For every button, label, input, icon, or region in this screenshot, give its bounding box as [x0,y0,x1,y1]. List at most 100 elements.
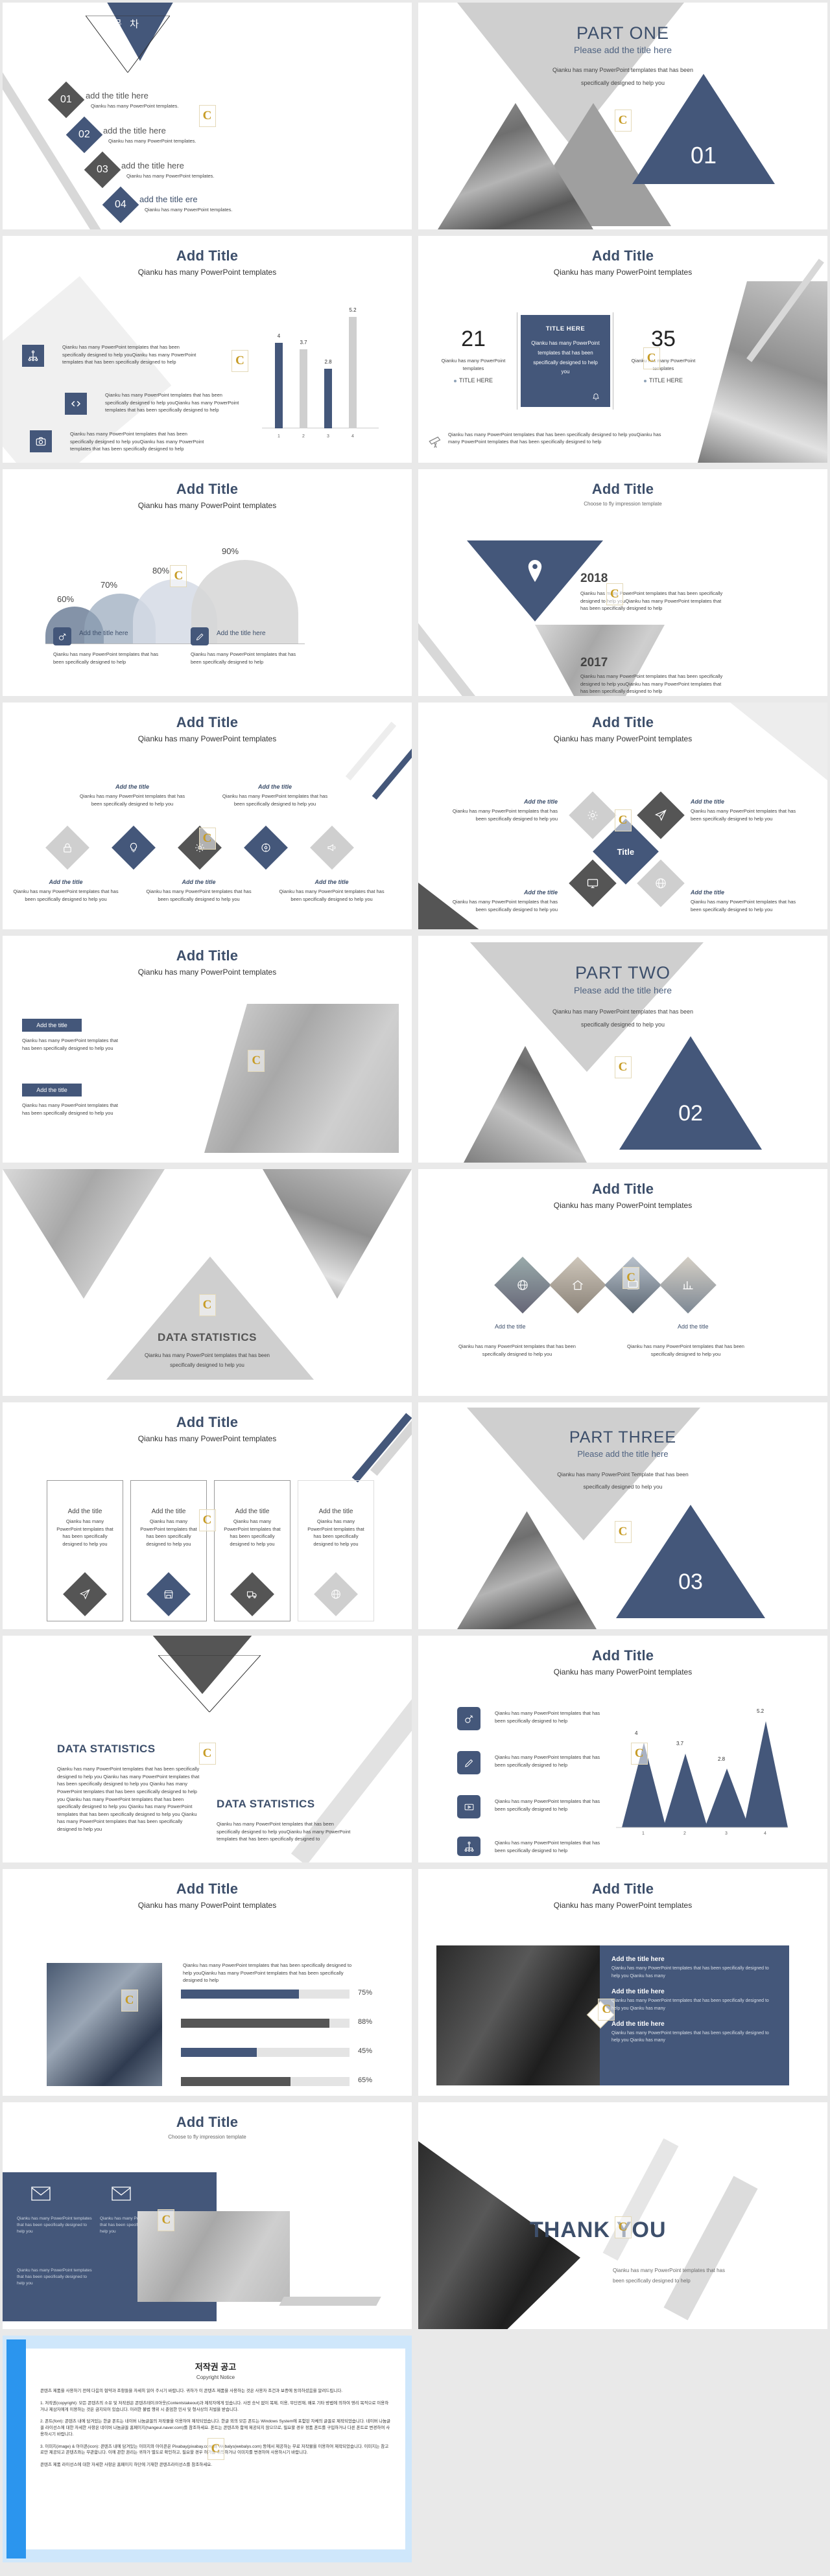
part-three-title: PART THREE [569,1428,677,1446]
part-two-subtitle: Please add the title here [574,985,672,995]
copyright-section-1: 1. 저작권(copyright): 모든 콘텐츠의 소유 및 저작권은 콘텐츠… [40,2400,389,2412]
toc-desc-04: Qianku has many PowerPoint templates. [145,207,233,213]
slide-hbar-percent[interactable]: Add Title Qianku has many PowerPoint tem… [3,1869,412,2096]
watermark-logo: C [598,1999,615,2021]
slide-thank-you[interactable]: THANK YOU Qianku has many PowerPoint tem… [418,2102,827,2329]
globe-icon[interactable] [637,859,685,907]
megaphone-icon[interactable] [310,826,354,870]
slide-four-columns[interactable]: Add Title Qianku has many PowerPoint tem… [3,1402,412,1629]
toc-num-01-label: 01 [60,93,72,105]
slide-triangle-chart[interactable]: Add Title Qianku has many PowerPoint tem… [418,1636,827,1862]
slide-data-statistics-double[interactable]: DATA STATISTICS Qianku has many PowerPoi… [3,1636,412,1862]
lock-icon[interactable] [45,826,89,870]
mail-icon[interactable] [31,2187,51,2201]
cd-q1-body: Qianku has many PowerPoint templates tha… [452,808,558,822]
slide-stats[interactable]: Add Title Qianku has many PowerPoint tem… [418,236,827,463]
copyright-subtitle: Copyright Notice [196,2374,235,2380]
toc-title-01: add the title here [86,91,148,100]
ds-right-title: DATA STATISTICS [217,1798,315,1810]
watermark-logo: C [622,1267,640,1289]
part-one-number: 01 [690,142,717,168]
bar-2-value: 3.7 [300,340,307,345]
stat-left-desc: Qianku has many PowerPoint templates [441,358,506,371]
fd-bot-1-body: Qianku has many PowerPoint templates tha… [13,888,119,902]
col-4-label: Add the title [318,1508,353,1515]
slide-five-diamonds[interactable]: Add Title Qianku has many PowerPoint tem… [3,702,412,929]
watermark-logo: C [614,110,632,132]
fd-bot-1-label: Add the title [49,879,83,885]
page-subtitle: Qianku has many PowerPoint templates [553,1667,693,1677]
page-subtitle: Qianku has many PowerPoint templates [553,734,693,743]
bulb-icon[interactable] [112,826,156,870]
bridge-panel: Add the title here Qianku has many Power… [600,1945,789,2085]
part-three-number: 03 [678,1570,703,1594]
watermark-logo: C [198,1743,216,1765]
tc-row-1-text: Qianku has many PowerPoint templates tha… [495,1710,600,1724]
slide-bridge-list[interactable]: Add Title Qianku has many PowerPoint tem… [418,1869,827,2096]
stat-right-label: TITLE HERE [648,377,683,384]
slide-tablet-boxes[interactable]: Add Title Qianku has many PowerPoint tem… [3,936,412,1163]
slide-timeline[interactable]: Add Title Choose to fly impression templ… [418,469,827,696]
slide-photo-diamonds[interactable]: Add Title Qianku has many PowerPoint tem… [418,1169,827,1396]
toc-num-03[interactable]: 03 [84,151,121,189]
slide-data-statistics-devices[interactable]: DATA STATISTICS Qianku has many PowerPoi… [3,1169,412,1396]
slide-center-diamonds[interactable]: Add Title Qianku has many PowerPoint tem… [418,702,827,929]
toc-num-01[interactable]: 01 [47,81,85,119]
watermark-logo: C [198,828,216,850]
slide-contact[interactable]: Add Title Choose to fly impression templ… [3,2102,412,2329]
watermark-logo: C [248,1049,265,1072]
slide-bar-chart[interactable]: Add Title Qianku has many PowerPoint tem… [3,236,412,463]
thankyou-body: Qianku has many PowerPoint templates tha… [613,2268,725,2284]
toc-num-02[interactable]: 02 [65,116,103,154]
decor-stripe-navy [372,741,412,800]
tablet-photo [204,1004,399,1153]
gear-icon[interactable] [569,791,617,839]
hbar-fill-2 [181,2019,329,2028]
bl-item-2-label: Add the title here [611,1988,665,1995]
part-three-navy-triangle [616,1505,765,1618]
tri-1-value: 4 [635,1730,638,1736]
stat-right: 35 Qianku has many PowerPoint templates … [624,327,702,384]
hbar-label-3: 45% [358,2047,373,2055]
bl-item-1-body: Qianku has many PowerPoint templates tha… [611,1966,769,1978]
part-one-body: Qianku has many PowerPoint templates tha… [552,67,694,86]
globe-icon[interactable] [494,1257,551,1314]
tri-2-value: 3.7 [676,1741,684,1746]
bar-1-value: 4 [277,333,281,339]
toc-num-04[interactable]: 04 [102,186,139,224]
hbar-fill-1 [181,1990,299,1999]
page-subtitle: Choose to fly impression template [168,2134,246,2140]
copyright-title: 저작권 공고 [195,2362,237,2372]
slide-part-two[interactable]: 02 PART TWO Please add the title here Qi… [418,936,827,1163]
cd-q2-body: Qianku has many PowerPoint templates tha… [691,808,796,822]
watermark-logo: C [630,1743,648,1765]
part-three-subtitle: Please add the title here [577,1449,669,1459]
page-title: Add Title [176,1881,239,1897]
paper-plane-icon[interactable] [637,791,685,839]
chart-icon[interactable] [659,1257,717,1314]
dome-3-label: 80% [152,566,170,575]
tb-box-1-label-chip[interactable]: Add the title [22,1019,82,1032]
meeting-photo [47,1963,162,2086]
part-three-body: Qianku has many PowerPoint Template that… [557,1471,689,1490]
page-title: Add Title [176,714,239,730]
tb-box-2-label-chip[interactable]: Add the title [22,1084,82,1097]
slide-part-one[interactable]: 01 PART ONE Please add the title here Qi… [418,3,827,229]
disc-icon[interactable] [244,826,288,870]
stat-center-card[interactable]: TITLE HERE Qianku has many PowerPoint te… [521,315,610,407]
slide-copyright[interactable]: 저작권 공고 Copyright Notice 콘텐츠 제품을 사용하기 전에 … [3,2336,412,2562]
pd-body-1: Qianku has many PowerPoint templates tha… [458,1343,576,1357]
part-two-navy-triangle [619,1036,762,1150]
home-icon[interactable] [549,1257,606,1314]
ds-body: Qianku has many PowerPoint templates tha… [145,1352,270,1369]
timeline-year-2018: 2018 [580,572,608,585]
tri-2-cat: 2 [683,1831,686,1836]
part-one-title: PART ONE [576,23,670,43]
mail-icon[interactable] [112,2187,131,2201]
cd-q1-label: Add the title [524,798,558,805]
slide-dome-percent[interactable]: Add Title Qianku has many PowerPoint tem… [3,469,412,696]
slide-toc[interactable]: 목 차 01 add the title here Qianku has man… [3,3,412,229]
slide-part-three[interactable]: 03 PART THREE Please add the title here … [418,1402,827,1629]
ds-triangle-outline [158,1655,261,1712]
tri-1-cat: 1 [642,1831,645,1836]
